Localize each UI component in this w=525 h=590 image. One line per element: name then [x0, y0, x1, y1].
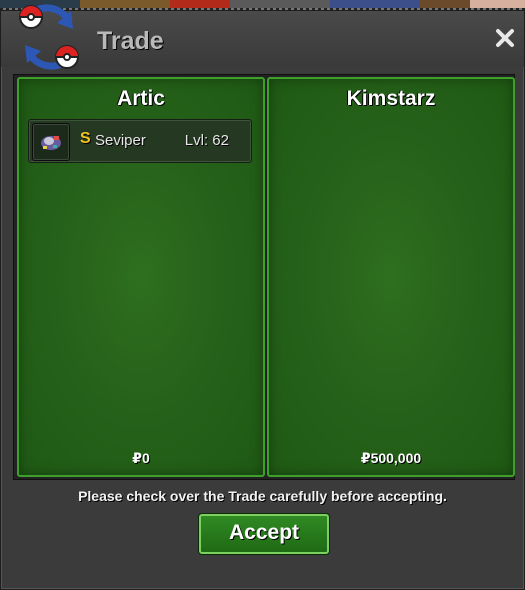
- trade-notice: Please check over the Trade carefully be…: [78, 488, 447, 504]
- trade-logo-icon: [19, 4, 79, 70]
- accept-button[interactable]: Accept: [199, 514, 329, 554]
- pokemon-level: Lvl: 62: [184, 132, 229, 149]
- trade-window: Trade Artic S Seviper Lvl: 62 ₽0 Kimstar…: [0, 4, 525, 590]
- pokemon-sprite-icon: [32, 123, 70, 161]
- window-title: Trade: [97, 27, 164, 55]
- currency-symbol: ₽: [132, 450, 142, 466]
- left-player-name: Artic: [117, 87, 165, 110]
- right-money: ₽500,000: [269, 450, 513, 467]
- currency-symbol: ₽: [360, 450, 371, 466]
- trade-item-row[interactable]: S Seviper Lvl: 62: [28, 119, 252, 163]
- trade-panels: Artic S Seviper Lvl: 62 ₽0 Kimstarz ₽500…: [13, 74, 515, 480]
- close-icon[interactable]: [494, 27, 516, 49]
- pokemon-name: Seviper: [95, 132, 146, 149]
- left-trade-panel: Artic S Seviper Lvl: 62 ₽0: [17, 77, 265, 477]
- right-trade-panel: Kimstarz ₽500,000: [267, 77, 515, 477]
- shiny-badge: S: [80, 130, 91, 147]
- left-money: ₽0: [19, 450, 263, 467]
- right-player-name: Kimstarz: [346, 87, 436, 110]
- left-money-amount: 0: [141, 450, 150, 466]
- right-money-amount: 500,000: [370, 450, 422, 466]
